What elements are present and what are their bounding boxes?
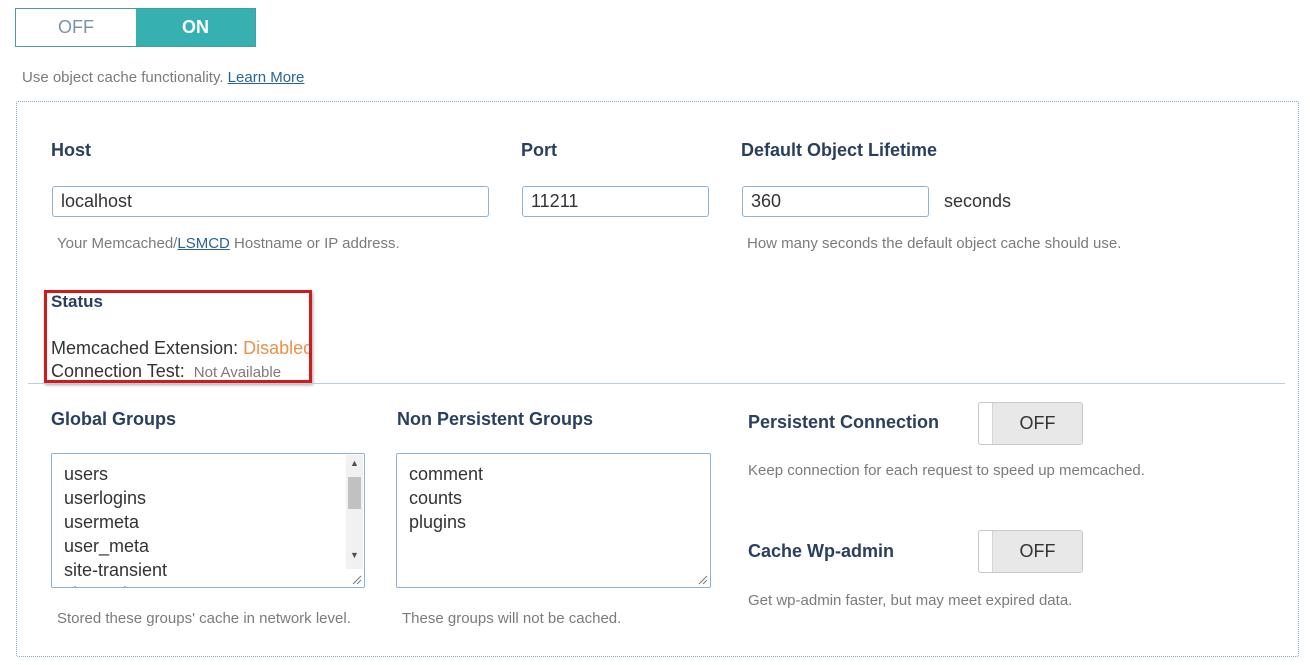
global-group-item: userlogins: [64, 488, 147, 508]
toggle-knob: [979, 403, 993, 444]
section-divider: [28, 383, 1285, 384]
resize-handle-icon[interactable]: [352, 575, 362, 585]
toggle-on-option[interactable]: ON: [136, 9, 255, 46]
host-help-prefix: Your Memcached/: [57, 235, 178, 252]
global-group-item: usermeta: [64, 512, 140, 532]
global-group-item: site-transient: [64, 560, 168, 580]
scroll-up-arrow-icon[interactable]: ▲: [346, 455, 363, 472]
non-persistent-group-item: plugins: [409, 512, 467, 532]
toggle-off-option[interactable]: OFF: [16, 9, 136, 46]
global-group-item: user_meta: [64, 536, 150, 556]
global-groups-textarea[interactable]: users userlogins usermeta user_meta site…: [51, 453, 365, 588]
non-persistent-groups-label: Non Persistent Groups: [397, 409, 594, 429]
cache-wp-admin-toggle[interactable]: OFF: [978, 530, 1083, 573]
lsmcd-link[interactable]: LSMCD: [177, 235, 230, 252]
lifetime-unit: seconds: [944, 191, 1012, 211]
toggle-state: OFF: [993, 531, 1082, 572]
non-persistent-groups-help: These groups will not be cached.: [402, 610, 622, 627]
toggle-knob: [979, 531, 993, 572]
lifetime-label: Default Object Lifetime: [741, 140, 938, 160]
lifetime-input[interactable]: 360: [742, 186, 929, 217]
object-cache-description-text: Use object cache functionality.: [22, 69, 224, 86]
host-input[interactable]: localhost: [52, 186, 489, 217]
status-highlight-box: [44, 290, 312, 383]
resize-handle-icon[interactable]: [698, 575, 708, 585]
global-groups-help: Stored these groups' cache in network le…: [57, 610, 351, 627]
host-label: Host: [51, 140, 91, 160]
cache-wp-admin-label: Cache Wp-admin: [748, 541, 895, 561]
global-groups-scrollbar[interactable]: ▲ ▼: [346, 455, 363, 569]
host-help-suffix: Hostname or IP address.: [229, 235, 400, 252]
port-label: Port: [521, 140, 557, 160]
host-help: Your Memcached/LSMCD Hostname or IP addr…: [57, 235, 400, 252]
global-group-item: users: [64, 464, 109, 484]
persistent-connection-help: Keep connection for each request to spee…: [748, 462, 1145, 479]
cache-wp-admin-help: Get wp-admin faster, but may meet expire…: [748, 592, 1073, 609]
persistent-connection-toggle[interactable]: OFF: [978, 402, 1083, 445]
object-cache-description: Use object cache functionality. Learn Mo…: [22, 69, 304, 86]
scroll-down-arrow-icon[interactable]: ▼: [346, 547, 363, 564]
scrollbar-thumb[interactable]: [348, 477, 361, 509]
non-persistent-group-item: counts: [409, 488, 463, 508]
global-group-item: site-options: [64, 582, 352, 587]
learn-more-link[interactable]: Learn More: [228, 69, 305, 86]
global-groups-label: Global Groups: [51, 409, 177, 429]
lifetime-help: How many seconds the default object cach…: [747, 235, 1122, 252]
persistent-connection-label: Persistent Connection: [748, 412, 940, 432]
port-input[interactable]: 11211: [522, 186, 709, 217]
toggle-state: OFF: [993, 403, 1082, 444]
non-persistent-groups-textarea[interactable]: comment counts plugins: [396, 453, 711, 588]
non-persistent-group-item: comment: [409, 464, 484, 484]
object-cache-toggle[interactable]: OFF ON: [15, 8, 256, 47]
